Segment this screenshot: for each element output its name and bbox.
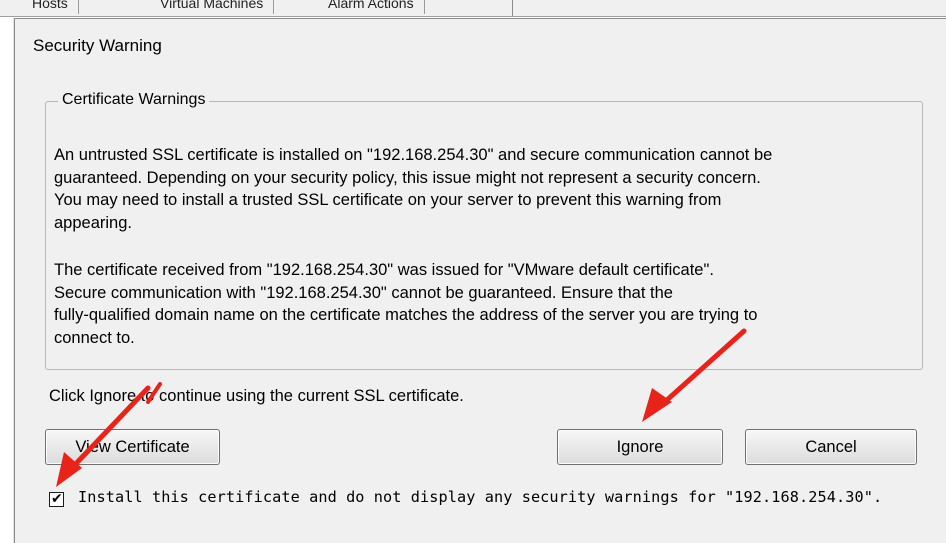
window-divider: [512, 0, 513, 16]
install-certificate-label[interactable]: Install this certificate and do not disp…: [78, 488, 882, 506]
check-icon: ✔: [51, 490, 63, 506]
group-label: Certificate Warnings: [58, 91, 210, 109]
message-line: fully-qualified domain name on the certi…: [54, 306, 758, 324]
message-line: The certificate received from "192.168.2…: [54, 261, 714, 279]
untrusted-certificate-message: An untrusted SSL certificate is installe…: [54, 144, 920, 234]
ignore-hint-text: Click Ignore to continue using the curre…: [49, 387, 464, 405]
tab-virtual-machines[interactable]: Virtual Machines: [150, 0, 275, 14]
tab-alarm-actions[interactable]: Alarm Actions: [318, 0, 425, 14]
view-certificate-button[interactable]: View Certificate: [45, 429, 220, 465]
dialog-title: Security Warning: [33, 36, 162, 55]
certificate-mismatch-message: The certificate received from "192.168.2…: [54, 259, 920, 349]
message-line: You may need to install a trusted SSL ce…: [54, 191, 722, 209]
security-warning-dialog: Security Warning Certificate Warnings An…: [14, 18, 946, 543]
message-line: An untrusted SSL certificate is installe…: [54, 146, 773, 164]
cancel-button[interactable]: Cancel: [745, 429, 917, 465]
tab-hosts[interactable]: Hosts: [22, 0, 79, 14]
message-line: Secure communication with "192.168.254.3…: [54, 283, 673, 302]
certificate-warnings-group: Certificate Warnings An untrusted SSL ce…: [45, 91, 923, 370]
message-line: appearing.: [54, 213, 132, 232]
message-line: guaranteed. Depending on your security p…: [54, 168, 761, 187]
install-certificate-checkbox[interactable]: ✔: [49, 490, 64, 507]
background-window-tabbar: Hosts Virtual Machines Alarm Actions: [0, 0, 946, 17]
ignore-button[interactable]: Ignore: [557, 429, 723, 465]
message-line: connect to.: [54, 328, 135, 347]
